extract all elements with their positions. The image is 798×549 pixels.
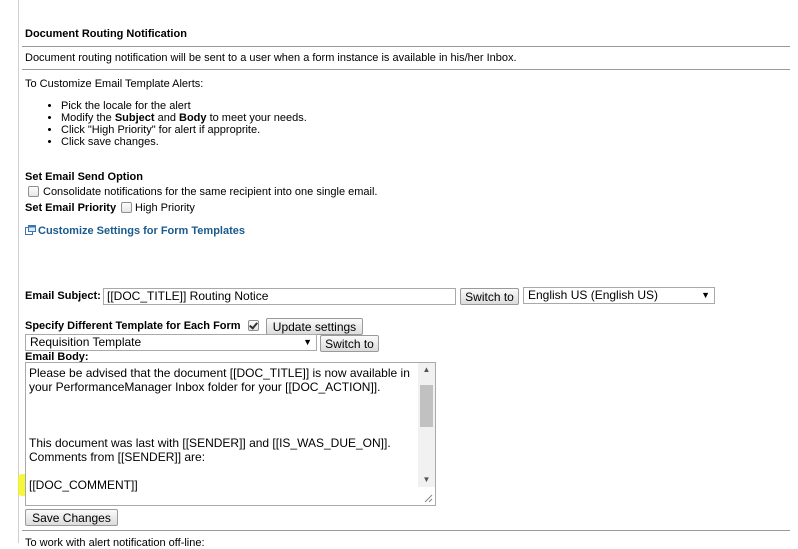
step-text-bold: Body xyxy=(179,112,207,124)
step-text: Click "High Priority" for alert if appro… xyxy=(61,124,261,136)
template-select[interactable]: Requisition Template ▼ xyxy=(25,334,317,351)
locale-select-value: English US (English US) xyxy=(528,288,659,302)
step-text: to meet your needs. xyxy=(206,112,307,124)
popup-window-icon xyxy=(25,225,36,238)
resize-grip-icon[interactable] xyxy=(424,494,433,503)
form-templates-link-text[interactable]: Customize Settings for Form Templates xyxy=(38,225,245,237)
template-switch-button[interactable]: Switch to xyxy=(320,335,379,352)
consolidate-label: Consolidate notifications for the same r… xyxy=(43,186,378,198)
step-item: Click "High Priority" for alert if appro… xyxy=(61,124,307,136)
step-item: Click save changes. xyxy=(61,136,307,148)
scroll-down-icon[interactable]: ▼ xyxy=(418,473,435,487)
divider xyxy=(22,46,790,47)
template-select-value: Requisition Template xyxy=(30,335,142,349)
high-priority-label: High Priority xyxy=(135,202,195,214)
email-body-content: Please be advised that the document [[DO… xyxy=(29,366,414,492)
dropdown-arrow-icon: ▼ xyxy=(303,337,312,347)
consolidate-checkbox[interactable] xyxy=(28,186,39,197)
save-changes-button[interactable]: Save Changes xyxy=(25,509,118,526)
body-line: [[DOC_COMMENT]] xyxy=(29,478,138,492)
customize-steps: Pick the locale for the alert Modify the… xyxy=(24,100,307,148)
divider xyxy=(22,69,790,70)
body-line: Please be advised that the document [[DO… xyxy=(29,366,410,394)
form-templates-link[interactable]: Customize Settings for Form Templates xyxy=(25,225,245,238)
offline-heading: To work with alert notification off-line… xyxy=(25,537,205,549)
template-label: Specify Different Template for Each Form xyxy=(25,320,241,332)
subject-label: Email Subject: xyxy=(25,290,101,302)
left-border xyxy=(18,0,19,543)
template-checkbox[interactable] xyxy=(248,320,259,331)
body-line: This document was last with [[SENDER]] a… xyxy=(29,436,391,450)
section-description: Document routing notification will be se… xyxy=(25,52,517,64)
scroll-up-icon[interactable]: ▲ xyxy=(418,363,435,377)
send-option-heading: Set Email Send Option xyxy=(25,171,143,183)
email-body-textarea[interactable]: Please be advised that the document [[DO… xyxy=(25,362,436,506)
scroll-thumb[interactable] xyxy=(420,385,433,427)
step-text: Pick the locale for the alert xyxy=(61,100,191,112)
step-item: Modify the Subject and Body to meet your… xyxy=(61,112,307,124)
update-settings-button[interactable]: Update settings xyxy=(266,318,363,335)
subject-input[interactable]: [[DOC_TITLE]] Routing Notice xyxy=(103,288,456,305)
body-scrollbar[interactable]: ▲ ▼ xyxy=(418,363,435,487)
body-line: Comments from [[SENDER]] are: xyxy=(29,450,206,464)
step-text: Click save changes. xyxy=(61,136,159,148)
step-text: Modify the xyxy=(61,112,115,124)
dropdown-arrow-icon: ▼ xyxy=(701,290,710,300)
priority-heading: Set Email Priority xyxy=(25,202,117,214)
locale-select[interactable]: English US (English US) ▼ xyxy=(523,287,715,304)
step-item: Pick the locale for the alert xyxy=(61,100,307,112)
customize-heading: To Customize Email Template Alerts: xyxy=(25,78,204,90)
step-text: and xyxy=(154,112,180,124)
step-text-bold: Subject xyxy=(114,112,155,124)
subject-switch-button[interactable]: Switch to xyxy=(460,288,519,305)
high-priority-checkbox[interactable] xyxy=(121,202,132,213)
section-title: Document Routing Notification xyxy=(25,28,187,40)
divider xyxy=(22,530,790,531)
